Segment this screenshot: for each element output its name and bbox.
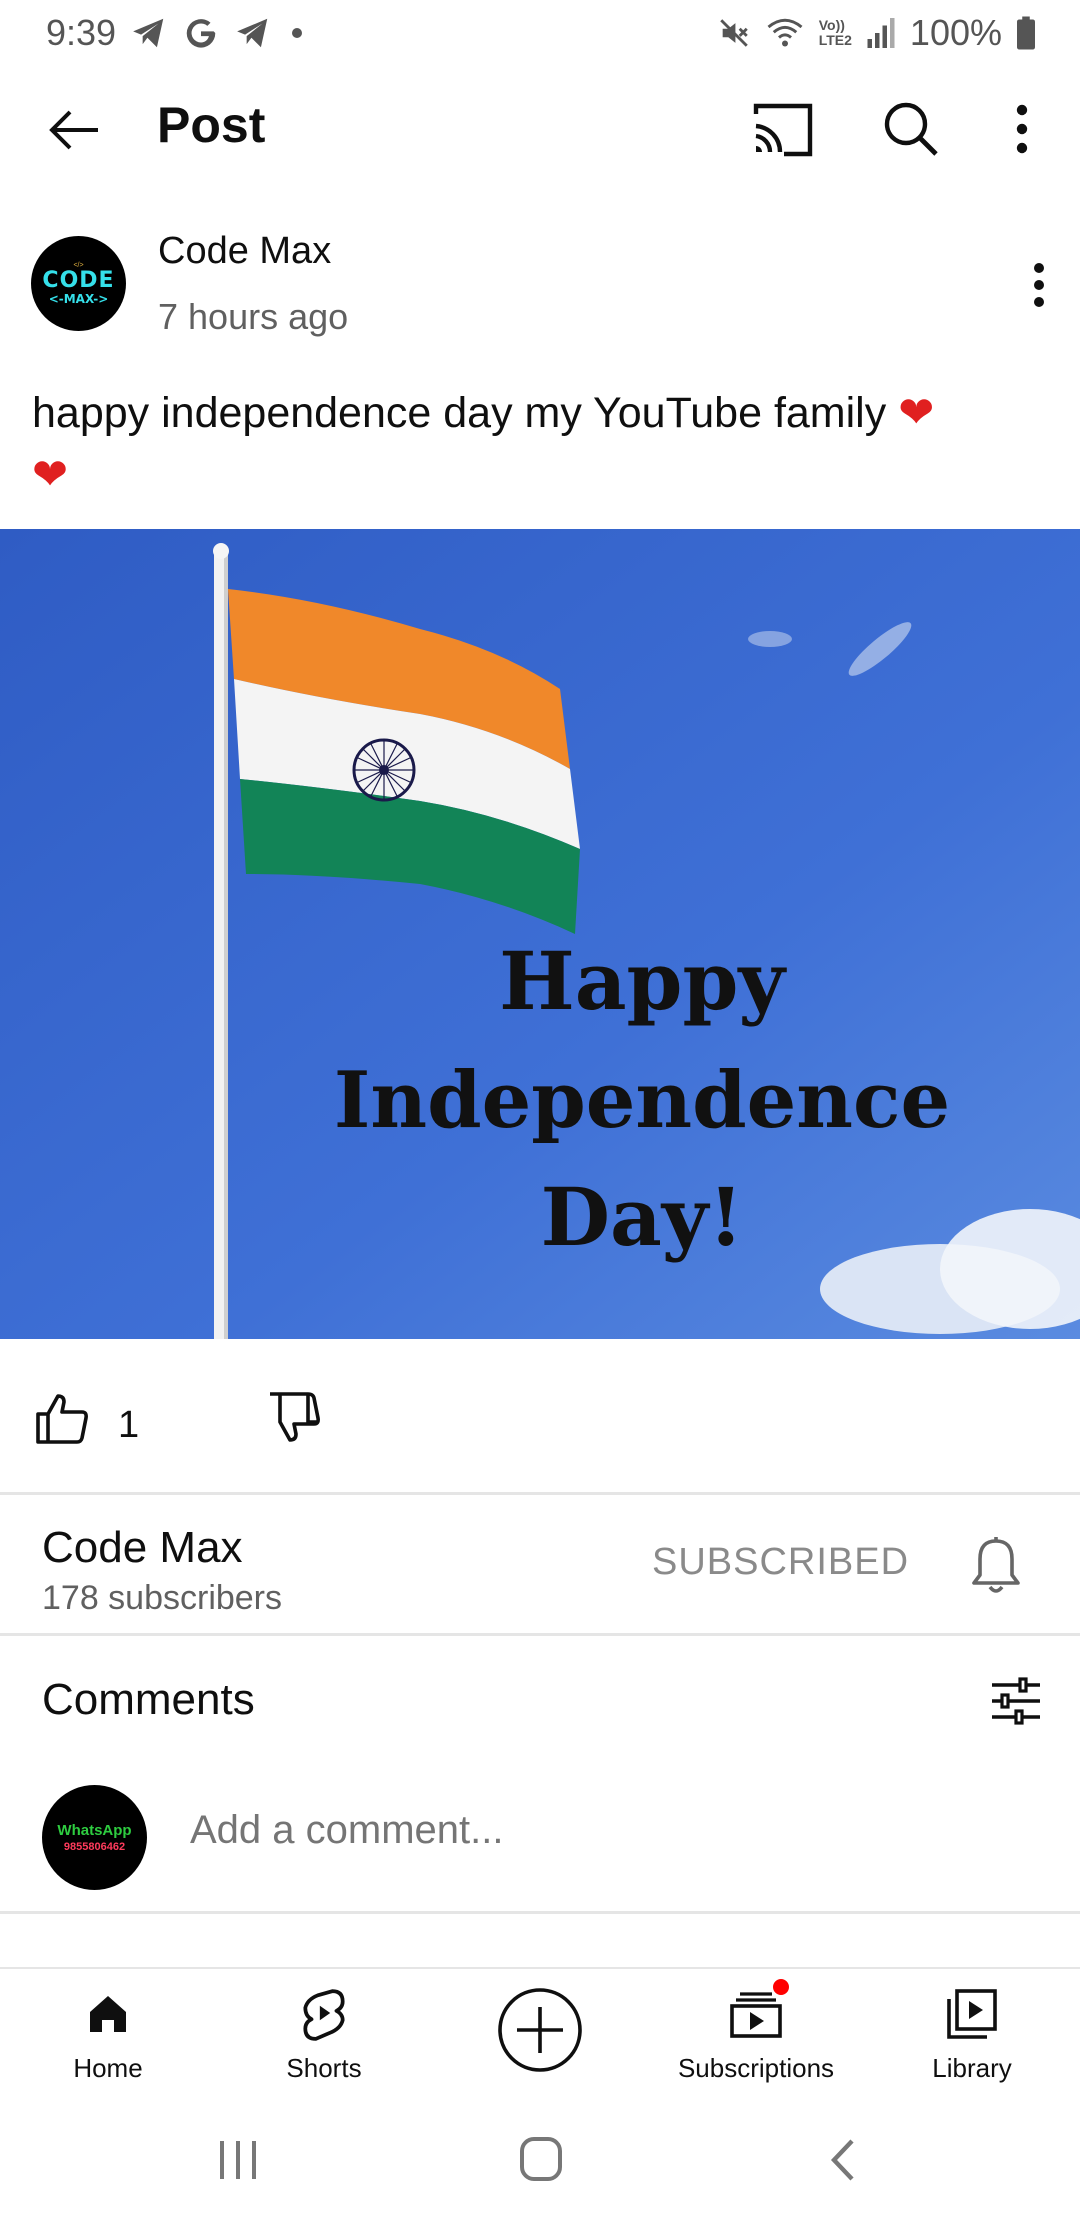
post-actions: 1 — [0, 1360, 1080, 1490]
mute-icon — [717, 15, 751, 51]
notification-dot-icon — [292, 28, 303, 38]
battery-icon — [1016, 15, 1036, 51]
avatar-text-top: CODE — [42, 267, 115, 293]
like-button[interactable] — [34, 1390, 90, 1446]
battery-percent: 100% — [909, 12, 1002, 53]
nav-subscriptions[interactable]: Subscriptions — [666, 1977, 846, 2095]
home-icon — [79, 1985, 137, 2043]
back-button[interactable] — [44, 100, 104, 160]
system-back-button[interactable] — [814, 2135, 874, 2185]
bell-icon — [972, 1537, 1020, 1593]
thumbs-up-icon — [36, 1394, 88, 1444]
more-vertical-icon — [1016, 104, 1028, 154]
status-left: 9:39 — [46, 12, 303, 54]
network-label: Vo)) LTE2 — [819, 18, 852, 48]
nav-shorts[interactable]: Shorts — [234, 1985, 414, 2095]
avatar-text-bottom: <-MAX-> — [48, 291, 109, 306]
page-title: Post — [157, 97, 266, 153]
cast-button[interactable] — [752, 102, 814, 158]
subscriber-count: 178 subscribers — [42, 1579, 283, 1617]
divider — [0, 1911, 1080, 1914]
channel-row: Code Max 178 subscribers SUBSCRIBED — [0, 1495, 1080, 1635]
recent-apps-icon — [220, 2141, 256, 2179]
search-button[interactable] — [882, 100, 940, 158]
status-right: Vo)) LTE2 100% — [717, 12, 1036, 54]
chevron-left-icon — [830, 2139, 854, 2181]
more-vertical-icon — [1034, 263, 1044, 307]
create-button[interactable] — [497, 1987, 583, 2073]
notification-bell-button[interactable] — [970, 1535, 1022, 1595]
avatar-line-2: 9855806462 — [63, 1840, 126, 1853]
recent-apps-button[interactable] — [208, 2135, 268, 2185]
image-text-day: Day! — [541, 1170, 744, 1264]
status-time: 9:39 — [46, 12, 117, 53]
home-system-button[interactable] — [510, 2135, 570, 2185]
subscribed-button[interactable]: SUBSCRIBED — [652, 1541, 909, 1584]
channel-name[interactable]: Code Max — [42, 1523, 243, 1573]
volte-label: Vo)) — [818, 17, 845, 33]
post-body: happy independence day my YouTube family — [32, 389, 887, 437]
sort-comments-button[interactable] — [990, 1675, 1042, 1727]
heart-emoji-2: ❤ — [32, 451, 69, 499]
signal-icon — [866, 15, 896, 51]
post-time: 7 hours ago — [158, 296, 349, 337]
nav-library-label: Library — [932, 2053, 1012, 2083]
nav-shorts-label: Shorts — [286, 2053, 362, 2083]
google-icon — [182, 14, 220, 52]
lte-label: LTE2 — [818, 32, 852, 48]
subscriptions-icon — [727, 1977, 791, 2043]
telegram-icon — [130, 14, 168, 52]
like-count: 1 — [118, 1404, 140, 1446]
divider — [0, 1633, 1080, 1636]
filter-icon — [992, 1677, 1040, 1725]
add-comment-input[interactable] — [190, 1808, 1010, 1853]
bottom-nav: Home Shorts Subscriptions Library — [0, 1969, 1080, 2099]
create-icon — [498, 1988, 582, 2072]
nav-home-label: Home — [73, 2053, 143, 2083]
search-icon — [884, 102, 938, 156]
image-text-independence: Independence — [334, 1055, 950, 1146]
nav-library[interactable]: Library — [882, 1985, 1062, 2095]
home-circle-icon — [520, 2137, 562, 2181]
post-more-button[interactable] — [1022, 260, 1056, 310]
independence-day-image: Happy Independence Day! — [0, 529, 1080, 1339]
system-navigation-bar — [0, 2099, 1080, 2220]
new-content-badge — [771, 1977, 791, 1997]
post-header: </> CODE <-MAX-> Code Max 7 hours ago — [0, 230, 1080, 350]
heart-emoji: ❤ — [898, 389, 935, 437]
wifi-icon — [765, 15, 805, 51]
library-icon — [943, 1985, 1001, 2043]
cast-icon — [753, 103, 813, 157]
comments-title: Comments — [42, 1675, 255, 1724]
status-bar: 9:39 Vo)) LTE2 100% — [0, 0, 1080, 66]
channel-avatar[interactable]: </> CODE <-MAX-> — [31, 236, 126, 331]
post-text: happy independence day my YouTube family… — [32, 382, 1052, 506]
image-text-happy: Happy — [499, 934, 787, 1028]
shorts-icon — [295, 1985, 353, 2043]
nav-subscriptions-label: Subscriptions — [677, 2053, 835, 2083]
user-avatar: WhatsApp 9855806462 — [42, 1785, 147, 1890]
nav-home[interactable]: Home — [18, 1985, 198, 2095]
app-bar: Post — [0, 66, 1080, 192]
arrow-left-icon — [49, 110, 98, 150]
more-options-button[interactable] — [1004, 100, 1040, 158]
thumbs-down-icon — [270, 1392, 320, 1442]
post-channel-name[interactable]: Code Max — [158, 230, 331, 273]
telegram-icon-2 — [234, 14, 272, 52]
avatar-line-1: WhatsApp — [57, 1821, 132, 1839]
dislike-button[interactable] — [266, 1390, 322, 1446]
post-image[interactable]: Happy Independence Day! — [0, 529, 1080, 1339]
